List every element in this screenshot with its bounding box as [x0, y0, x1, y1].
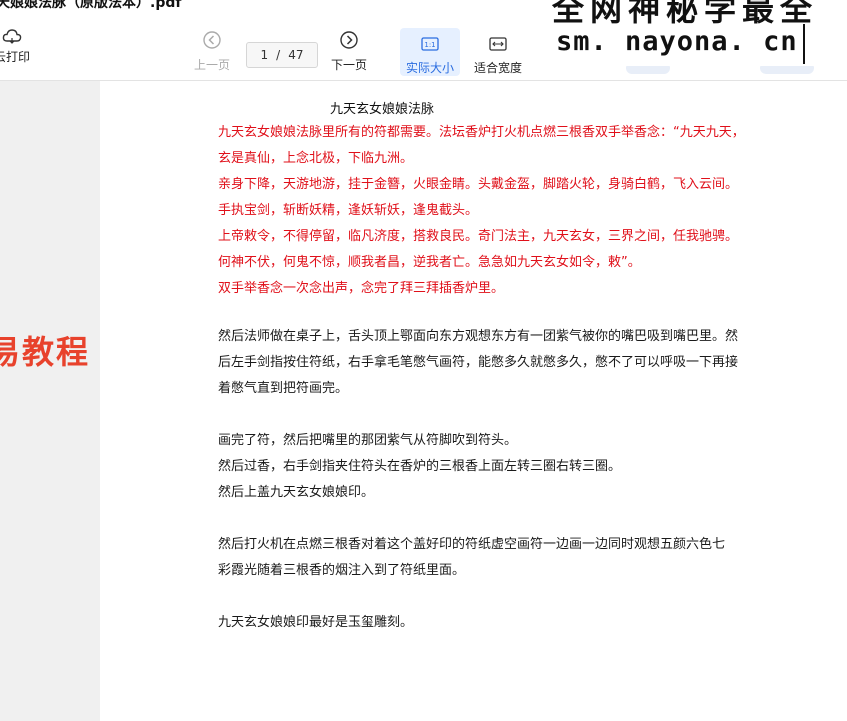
total-pages: 47 — [288, 48, 304, 62]
text-line: 上帝敕令，不得停留，临凡济度，搭救良民。奇门法主，九天玄女，三界之间，任我驰骋。 — [218, 229, 739, 244]
invocation-paragraph: 九天玄女娘娘法脉里所有的符都需要。法坛香炉打火机点燃三根香双手举香念：“九天九天… — [218, 120, 745, 302]
text-line: 彩霞光随着三根香的烟注入到了符纸里面。 — [218, 563, 466, 578]
page-number-input[interactable]: 1 / 47 — [246, 42, 318, 68]
cloud-icon — [2, 28, 22, 44]
text-line: 双手举香念一次念出声，念完了拜三拜插香炉里。 — [218, 281, 505, 296]
actual-size-label: 实际大小 — [405, 61, 454, 75]
chevron-left-icon — [202, 28, 222, 52]
text-line: 然后打火机在点燃三根香对着这个盖好印的符纸虚空画符一边画一边同时观想五颜六色七 — [218, 537, 726, 552]
actual-size-icon: 1:1 — [421, 32, 439, 55]
fit-width-label: 适合宽度 — [474, 61, 523, 75]
text-line: 玄是真仙，上念北极，下临九洲。 — [218, 151, 414, 166]
cloud-print-button[interactable]: 云打印 — [0, 6, 30, 64]
text-line: 然后过香，右手剑指夹住符头在香炉的三根香上面左转三圈右转三圈。 — [218, 459, 622, 474]
text-line: 亲身下降，天游地游，挂于金簪，火眼金睛。头戴金盔，脚踏火轮，身骑白鹤，飞入云间。 — [218, 177, 739, 192]
actual-size-button[interactable]: 1:1 实际大小 — [400, 28, 460, 76]
watermark-domain: sm. nayona. cn — [556, 26, 798, 57]
text-line: 手执宝剑，斩断妖精，逢妖斩妖，逢鬼截头。 — [218, 203, 479, 218]
paragraph-2: 画完了符，然后把嘴里的那团紫气从符脚吹到符头。 然后过香，右手剑指夹住符头在香炉… — [218, 428, 621, 506]
paragraph-1: 然后法师做在桌子上，舌头顶上鄂面向东方观想东方有一团紫气被你的嘴巴吸到嘴巴里。然… — [218, 324, 738, 402]
document-title: 九天玄女娘娘法脉 — [330, 102, 435, 117]
text-line: 然后法师做在桌子上，舌头顶上鄂面向东方观想东方有一团紫气被你的嘴巴吸到嘴巴里。然 — [218, 329, 739, 344]
fit-width-icon — [489, 32, 507, 55]
paragraph-4: 九天玄女娘娘印最好是玉玺雕刻。 — [218, 610, 413, 636]
text-line: 九天玄女娘娘印最好是玉玺雕刻。 — [218, 615, 414, 630]
svg-text:1:1: 1:1 — [424, 41, 435, 49]
text-line: 后左手剑指按住符纸，右手拿毛笔憋气画符，能憋多久就憋多久，憋不了可以呼吸一下再接 — [218, 355, 739, 370]
text-line: 着憋气直到把符画完。 — [218, 381, 349, 396]
cloud-print-label: 云打印 — [0, 50, 31, 64]
prev-page-button[interactable]: 上一页 — [194, 28, 230, 76]
next-page-label: 下一页 — [331, 58, 368, 72]
prev-page-label: 上一页 — [194, 58, 231, 72]
text-line: 画完了符，然后把嘴里的那团紫气从符脚吹到符头。 — [218, 433, 518, 448]
page-separator: / — [276, 48, 281, 62]
text-line: 何神不伏，何鬼不惊，顺我者昌，逆我者亡。急急如九天玄女如令，敕”。 — [218, 255, 641, 270]
next-page-button[interactable]: 下一页 — [331, 28, 367, 76]
chevron-right-icon — [339, 28, 359, 52]
paragraph-3: 然后打火机在点燃三根香对着这个盖好印的符纸虚空画符一边画一边同时观想五颜六色七 … — [218, 532, 725, 584]
text-line: 九天玄女娘娘法脉里所有的符都需要。法坛香炉打火机点燃三根香双手举香念：“九天九天… — [218, 125, 745, 140]
left-panel: 易教程 — [0, 81, 100, 721]
fit-width-button[interactable]: 适合宽度 — [474, 28, 522, 76]
promo-text: 易教程 — [0, 333, 91, 371]
text-line: 然后上盖九天玄女娘娘印。 — [218, 485, 375, 500]
text-cursor — [803, 24, 805, 64]
current-page: 1 — [260, 48, 269, 62]
